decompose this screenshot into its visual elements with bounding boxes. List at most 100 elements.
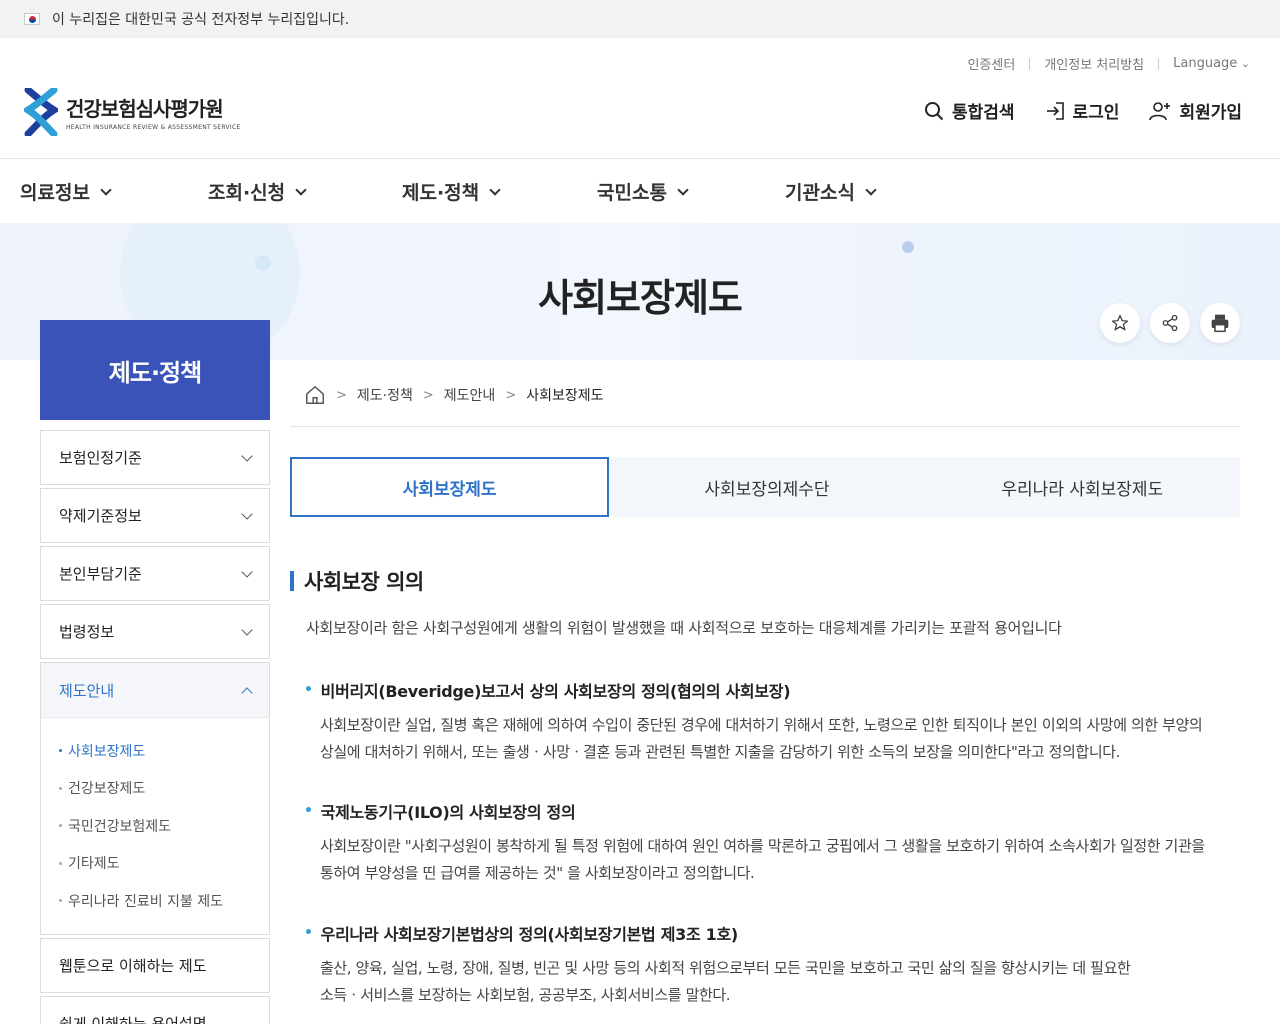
definition-body: 사회보장이란 실업, 질병 혹은 재해에 의하여 수입이 중단된 경우에 대처하… xyxy=(320,712,1234,766)
side-nav-drug-info[interactable]: 약제기준정보 xyxy=(40,488,270,543)
breadcrumb: > 제도·정책 > 제도안내 > 사회보장제도 xyxy=(304,384,604,406)
home-icon[interactable] xyxy=(304,384,326,406)
definition-heading: 우리나라 사회보장기본법상의 정의(사회보장기본법 제3조 1호) xyxy=(304,921,1234,945)
submenu-payment-system[interactable]: 우리나라 진료비 지불 제도 xyxy=(59,882,251,920)
side-nav-glossary[interactable]: 쉽게 이해하는 용어설명 xyxy=(40,995,270,1024)
chevron-down-icon xyxy=(677,183,689,196)
search-button[interactable]: 통합검색 xyxy=(924,98,1015,123)
side-nav-label: 쉽게 이해하는 용어설명 xyxy=(59,1014,207,1024)
chevron-down-icon xyxy=(241,449,253,462)
chevron-down-icon xyxy=(489,183,501,196)
nav-label: 국민소통 xyxy=(597,182,667,204)
chevron-down-icon xyxy=(100,183,112,196)
chevron-down-icon xyxy=(241,507,253,520)
definition-body: 사회보장이란 "사회구성원이 봉착하게 될 특정 위험에 대하여 원인 여하를 … xyxy=(320,833,1234,887)
site-logo[interactable]: 건강보험심사평가원 HEALTH INSURANCE REVIEW & ASSE… xyxy=(21,86,241,138)
side-nav: 보험인정기준 약제기준정보 본인부담기준 법령정보 제도안내 사회보장제도 건강… xyxy=(40,430,270,1024)
page-title: 사회보장제도 xyxy=(538,276,743,320)
chevron-down-icon xyxy=(295,183,307,196)
definition-line: 통하여 부양성을 띤 급여를 제공하는 것" 을 사회보장이라고 정의합니다. xyxy=(320,864,755,882)
nav-inquiry[interactable]: 조회·신청 xyxy=(208,160,307,223)
star-icon xyxy=(1111,314,1129,331)
chevron-down-icon xyxy=(865,183,877,196)
chevron-right-icon: > xyxy=(422,387,434,403)
nav-policy[interactable]: 제도·정책 xyxy=(402,160,501,223)
hira-logo-icon xyxy=(21,86,61,138)
divider xyxy=(1029,57,1031,70)
tab-security-means[interactable]: 사회보장의제수단 xyxy=(609,457,924,517)
side-nav-label: 법령정보 xyxy=(59,623,115,641)
print-button[interactable] xyxy=(1200,303,1240,343)
side-nav-label: 보험인정기준 xyxy=(59,449,142,467)
search-label: 통합검색 xyxy=(951,103,1015,123)
user-plus-icon xyxy=(1149,101,1171,120)
gov-banner: 이 누리집은 대한민국 공식 전자정부 누리집입니다. xyxy=(0,0,1280,38)
definition-line: 출산, 양육, 실업, 노령, 장애, 질병, 빈곤 및 사망 등의 사회적 위… xyxy=(320,959,1131,977)
language-select[interactable]: Language xyxy=(1173,56,1250,71)
content-tabs: 사회보장제도 사회보장의제수단 우리나라 사회보장제도 xyxy=(290,457,1240,517)
submenu-social-security[interactable]: 사회보장제도 xyxy=(59,732,251,770)
header-actions: 통합검색 로그인 회원가입 xyxy=(924,98,1242,123)
divider xyxy=(1158,57,1160,70)
side-nav-copay[interactable]: 본인부담기준 xyxy=(40,546,270,601)
tab-social-security[interactable]: 사회보장제도 xyxy=(290,457,610,517)
side-nav-label: 제도안내 xyxy=(59,681,115,700)
logo-subtitle: HEALTH INSURANCE REVIEW & ASSESSMENT SER… xyxy=(66,124,241,131)
side-nav-webtoon[interactable]: 웹툰으로 이해하는 제도 xyxy=(40,937,270,993)
submenu-other-systems[interactable]: 기타제도 xyxy=(59,845,251,883)
cert-center-link[interactable]: 인증센터 xyxy=(967,54,1015,73)
nav-label: 의료정보 xyxy=(20,182,90,204)
bookmark-button[interactable] xyxy=(1100,303,1140,343)
definition-line: 상실에 대처하기 위해서, 또는 출생ㆍ사망ㆍ결혼 등과 관련된 특별한 지출을… xyxy=(320,743,1120,761)
share-icon xyxy=(1162,314,1178,332)
side-nav-system-guide[interactable]: 제도안내 xyxy=(40,662,270,717)
privacy-policy-link[interactable]: 개인정보 처리방침 xyxy=(1044,54,1144,73)
decor-dot xyxy=(902,241,914,253)
gov-banner-text: 이 누리집은 대한민국 공식 전자정부 누리집입니다. xyxy=(52,12,350,28)
side-nav-label: 웹툰으로 이해하는 제도 xyxy=(59,956,207,975)
join-button[interactable]: 회원가입 xyxy=(1149,98,1242,123)
section-intro: 사회보장이라 함은 사회구성원에게 생활의 위험이 발생했을 때 사회적으로 보… xyxy=(306,619,1062,637)
nav-communication[interactable]: 국민소통 xyxy=(597,160,689,223)
korea-flag-icon xyxy=(24,13,40,25)
login-icon xyxy=(1046,101,1064,120)
utility-links: 인증센터 개인정보 처리방침 Language xyxy=(967,54,1250,73)
side-nav-law[interactable]: 법령정보 xyxy=(40,604,270,659)
side-nav-submenu: 사회보장제도 건강보장제도 국민건강보험제도 기타제도 우리나라 진료비 지불 … xyxy=(40,717,270,935)
login-button[interactable]: 로그인 xyxy=(1045,98,1120,123)
join-label: 회원가입 xyxy=(1179,103,1242,123)
tab-korea-social-security[interactable]: 우리나라 사회보장제도 xyxy=(925,457,1240,517)
main-nav: 의료정보 조회·신청 제도·정책 국민소통 기관소식 xyxy=(0,160,1280,223)
share-button[interactable] xyxy=(1150,303,1190,343)
nav-medical-info[interactable]: 의료정보 xyxy=(20,160,112,223)
site-header: 인증센터 개인정보 처리방침 Language 건강보험심사평가원 HEALTH… xyxy=(0,38,1280,159)
definition-line: 소득ㆍ서비스를 보장하는 사회보험, 공공부조, 사회서비스를 말한다. xyxy=(320,986,731,1004)
page-tools xyxy=(1100,303,1240,343)
print-icon xyxy=(1211,314,1229,333)
search-icon xyxy=(924,101,944,120)
definition-line: 사회보장이란 "사회구성원이 봉착하게 될 특정 위험에 대하여 원인 여하를 … xyxy=(320,837,1205,855)
chevron-down-icon xyxy=(241,623,253,636)
definition-item: 비버리지(Beveridge)보고서 상의 사회보장의 정의(협의의 사회보장)… xyxy=(304,678,1234,766)
definition-heading: 국제노동기구(ILO)의 사회보장의 정의 xyxy=(304,799,1234,823)
breadcrumb-item[interactable]: 제도안내 xyxy=(444,385,496,405)
breadcrumb-item[interactable]: 제도·정책 xyxy=(357,385,413,405)
definition-body: 출산, 양육, 실업, 노령, 장애, 질병, 빈곤 및 사망 등의 사회적 위… xyxy=(320,955,1234,1009)
side-nav-insurance-criteria[interactable]: 보험인정기준 xyxy=(40,430,270,485)
divider xyxy=(290,426,1240,427)
nav-label: 기관소식 xyxy=(785,182,855,204)
side-nav-label: 약제기준정보 xyxy=(59,507,142,525)
chevron-right-icon: > xyxy=(336,387,347,403)
login-label: 로그인 xyxy=(1072,103,1120,123)
chevron-up-icon xyxy=(241,687,253,699)
side-nav-label: 본인부담기준 xyxy=(59,565,142,583)
submenu-national-health-insurance[interactable]: 국민건강보험제도 xyxy=(59,807,251,845)
definition-line: 사회보장이란 실업, 질병 혹은 재해에 의하여 수입이 중단된 경우에 대처하… xyxy=(320,716,1203,734)
breadcrumb-current: 사회보장제도 xyxy=(526,388,604,404)
nav-news[interactable]: 기관소식 xyxy=(785,160,877,223)
section-title: 사회보장 의의 xyxy=(290,566,424,596)
section-title-text: 사회보장 의의 xyxy=(304,570,424,594)
submenu-health-security[interactable]: 건강보장제도 xyxy=(59,770,251,808)
chevron-down-icon xyxy=(241,565,253,578)
chevron-right-icon: > xyxy=(505,387,517,403)
